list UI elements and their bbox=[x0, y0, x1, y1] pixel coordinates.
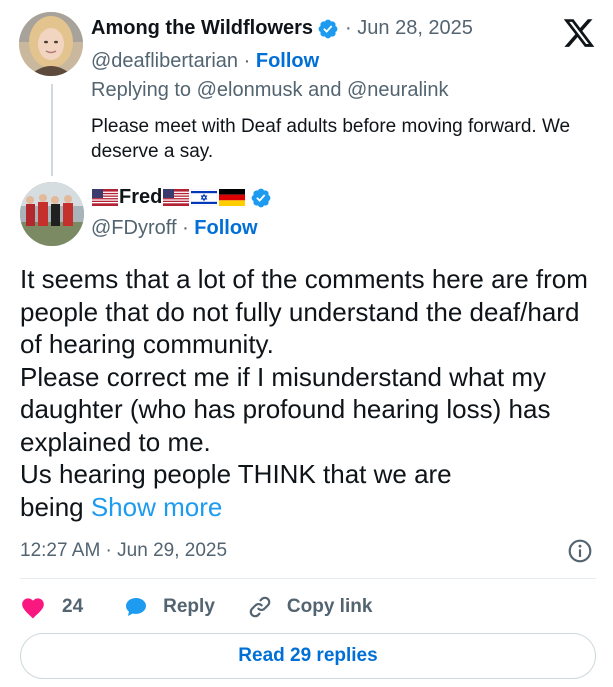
user-handle[interactable]: @FDyroff bbox=[91, 217, 177, 239]
like-button[interactable]: 24 bbox=[20, 595, 83, 619]
main-tweet-body: It seems that a lot of the comments here… bbox=[20, 263, 600, 523]
tweet-date[interactable]: · Jun 28, 2025 bbox=[345, 17, 473, 40]
follow-button[interactable]: Follow bbox=[194, 217, 257, 239]
avatar-photo-icon bbox=[20, 182, 84, 246]
display-name[interactable]: Fred bbox=[119, 186, 162, 209]
user-handle[interactable]: @deaflibertarian bbox=[91, 50, 238, 72]
germany-flag-icon bbox=[219, 189, 246, 206]
separator-dot: · bbox=[243, 50, 251, 72]
verified-badge-icon bbox=[318, 19, 338, 38]
tweet-text-fragment: Us hearing people THINK that we are bbox=[20, 459, 452, 489]
handle-row: @FDyroff · Follow bbox=[91, 217, 258, 240]
link-icon bbox=[249, 596, 271, 618]
display-name[interactable]: Among the Wildflowers bbox=[91, 17, 313, 40]
read-replies-button[interactable]: Read 29 replies bbox=[20, 633, 596, 679]
heart-icon bbox=[22, 598, 44, 619]
handle-row: @deaflibertarian · Follow bbox=[91, 50, 319, 73]
separator-dot: · bbox=[182, 217, 189, 239]
reply-tweet-header: Among the Wildflowers · Jun 28, 2025 bbox=[91, 17, 473, 40]
tweet-embed-card: Among the Wildflowers · Jun 28, 2025 @de… bbox=[0, 0, 613, 687]
avatar-photo-icon bbox=[19, 12, 83, 76]
israel-flag-icon bbox=[191, 189, 218, 206]
avatar[interactable] bbox=[19, 12, 83, 76]
follow-button[interactable]: Follow bbox=[256, 50, 319, 72]
us-flag-icon bbox=[92, 189, 118, 206]
us-flag-icon bbox=[163, 189, 190, 206]
reply-tweet-body: Please meet with Deaf adults before movi… bbox=[91, 116, 571, 162]
copy-link-button[interactable]: Copy link bbox=[247, 594, 373, 620]
main-tweet-header: Fred bbox=[91, 186, 272, 209]
tweet-text-line: Us hearing people THINK that we are being… bbox=[20, 458, 600, 523]
replying-to-text[interactable]: Replying to @elonmusk and @neuralink bbox=[91, 79, 448, 102]
tweet-timestamp[interactable]: 12:27 AM · Jun 29, 2025 bbox=[20, 540, 227, 562]
thread-connector-line bbox=[51, 84, 53, 176]
tweet-text-line: Please correct me if I misunderstand wha… bbox=[20, 361, 551, 457]
x-logo-icon[interactable] bbox=[562, 16, 596, 50]
tweet-text-fragment: being bbox=[20, 491, 91, 522]
like-count: 24 bbox=[62, 596, 84, 617]
tweet-text-line: It seems that a lot of the comments here… bbox=[20, 264, 588, 359]
tweet-actions-bar: 24 Reply Copy link bbox=[20, 592, 372, 622]
reply-button[interactable]: Reply bbox=[123, 595, 215, 619]
avatar[interactable] bbox=[20, 182, 84, 246]
info-icon[interactable] bbox=[567, 538, 593, 564]
copy-link-label: Copy link bbox=[286, 596, 373, 617]
show-more-link[interactable]: Show more bbox=[91, 492, 223, 522]
divider bbox=[20, 578, 596, 579]
reply-label: Reply bbox=[163, 596, 215, 617]
verified-badge-icon bbox=[251, 188, 271, 207]
speech-bubble-icon bbox=[126, 598, 147, 616]
